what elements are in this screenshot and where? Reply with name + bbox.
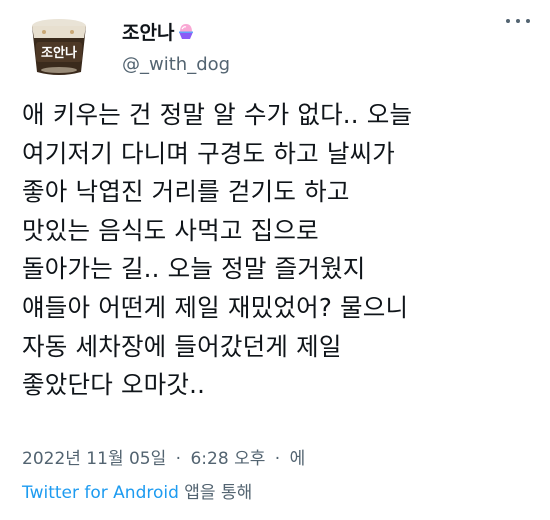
shaved-ice-icon bbox=[179, 24, 194, 39]
meta-separator: · bbox=[175, 449, 182, 469]
avatar-label: 조안나 bbox=[41, 45, 77, 61]
meta-separator: · bbox=[274, 449, 281, 469]
tweet-text: 애 키우는 건 정말 알 수가 없다.. 오늘 여기저기 다니며 구경도 하고 … bbox=[22, 96, 532, 405]
tweet-text-line: 좋아 낙엽진 거리를 걷기도 하고 bbox=[22, 177, 350, 207]
more-dot bbox=[516, 19, 520, 23]
more-icon[interactable] bbox=[506, 14, 530, 28]
ice-cream-tub-icon: 조안나 bbox=[22, 14, 96, 80]
meta-trailing-text: 에 bbox=[289, 449, 306, 469]
tweet-date: 2022년 11월 05일 bbox=[22, 449, 167, 469]
avatar[interactable]: 조안나 bbox=[22, 14, 96, 80]
display-name-text: 조안나 bbox=[122, 21, 175, 44]
tweet-text-line: 여기저기 다니며 구경도 하고 날씨가 bbox=[22, 138, 396, 168]
tweet-card: 조안나 조안나 @_with_dog 애 키우는 건 정말 알 수가 없다.. … bbox=[0, 0, 550, 520]
more-dot bbox=[506, 19, 510, 23]
tweet-text-line: 얘들아 어떤게 제일 재밌었어? 물으니 bbox=[22, 292, 409, 322]
tweet-text-line: 돌아가는 길.. 오늘 정말 즐거웠지 bbox=[22, 254, 366, 284]
display-name[interactable]: 조안나 bbox=[122, 18, 230, 44]
user-handle[interactable]: @_with_dog bbox=[122, 54, 230, 76]
tweet-timestamp[interactable]: 2022년 11월 05일 · 6:28 오후 · 에 bbox=[22, 444, 306, 469]
tweet-text-line: 맛있는 음식도 사먹고 집으로 bbox=[22, 215, 319, 245]
source-suffix: 앱을 통해 bbox=[184, 483, 253, 503]
tweet-text-line: 자동 세차장에 들어갔던게 제일 bbox=[22, 331, 342, 361]
source-app-link[interactable]: Twitter for Android bbox=[22, 483, 179, 503]
tweet-time: 6:28 오후 bbox=[190, 449, 266, 469]
user-block: 조안나 @_with_dog bbox=[122, 18, 230, 76]
tweet-header: 조안나 조안나 @_with_dog bbox=[22, 12, 532, 82]
tweet-text-line: 좋았단다 오마갓.. bbox=[22, 370, 206, 400]
tweet-source: Twitter for Android 앱을 통해 bbox=[22, 478, 253, 503]
more-dot bbox=[526, 19, 530, 23]
tweet-text-line: 애 키우는 건 정말 알 수가 없다.. 오늘 bbox=[22, 100, 413, 129]
